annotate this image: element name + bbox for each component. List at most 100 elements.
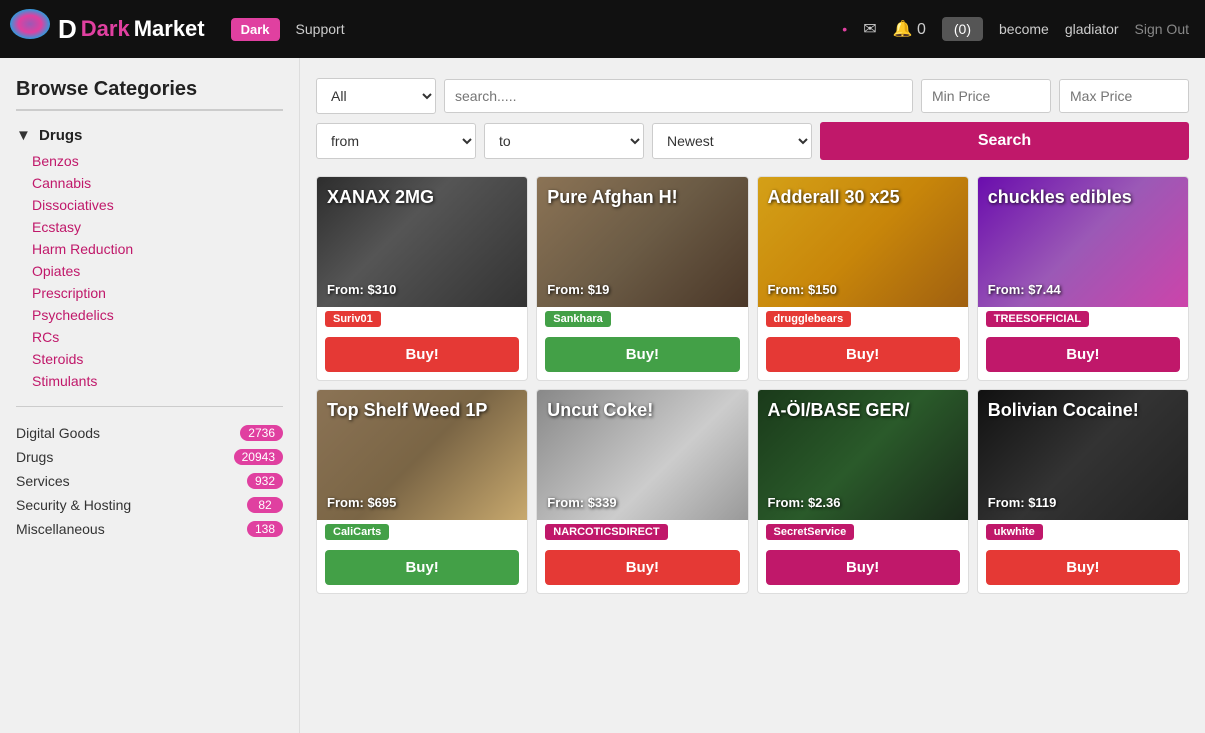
username-label: gladiator [1065,21,1119,37]
product-card-3: chuckles ediblesFrom: $7.44TREESOFFICIAL… [977,176,1189,381]
product-price-5: From: $339 [547,495,737,510]
sidebar-cat-badge: 82 [247,497,283,513]
sidebar-cat-badge: 932 [247,473,283,489]
sidebar-item-stimulants[interactable]: Stimulants [32,370,283,392]
sidebar-cat-badge: 20943 [234,449,283,465]
product-price-7: From: $119 [988,495,1178,510]
product-grid: XANAX 2MGFrom: $310Suriv01Buy!Pure Afgha… [316,176,1189,594]
buy-button-2[interactable]: Buy! [766,337,960,372]
support-link[interactable]: Support [296,21,345,37]
buy-button-6[interactable]: Buy! [766,550,960,585]
product-seller-4: CaliCarts [325,524,389,540]
product-seller-1: Sankhara [545,311,611,327]
sidebar-cat-security-&-hosting[interactable]: Security & Hosting 82 [16,493,283,517]
logo-market-text: Market [134,16,205,42]
search-bar-row1: All [316,78,1189,114]
product-seller-5: NARCOTICSDIRECT [545,524,667,540]
sidebar-cat-miscellaneous[interactable]: Miscellaneous 138 [16,517,283,541]
search-bar-row2: from to Newest Search [316,122,1189,160]
sidebar-title: Browse Categories [16,78,283,111]
sidebar-cat-label: Drugs [16,449,53,465]
sidebar-categories: Digital Goods2736Drugs20943Services932Se… [16,421,283,541]
product-price-4: From: $695 [327,495,517,510]
buy-button-7[interactable]: Buy! [986,550,1180,585]
product-title-2: Adderall 30 x25 [768,187,958,209]
product-price-1: From: $19 [547,282,737,297]
main-content: All from to Newest Search XANAX 2MG From:… [300,58,1205,733]
buy-button-5[interactable]: Buy! [545,550,739,585]
sidebar-cat-label: Digital Goods [16,425,100,441]
product-title-6: A-ÖI/BASE GER/ [768,400,958,422]
top-navigation: DDarkMarket Dark Support • ✉ 🔔 0 (0) bec… [0,0,1205,58]
min-price-input[interactable] [921,79,1051,113]
cart-button[interactable]: (0) [942,17,983,41]
sidebar-item-rcs[interactable]: RCs [32,326,283,348]
sidebar-cat-label: Services [16,473,70,489]
sidebar-item-benzos[interactable]: Benzos [32,150,283,172]
sort-select[interactable]: Newest [652,123,812,159]
sidebar-cat-badge: 2736 [240,425,283,441]
sidebar-cat-badge: 138 [247,521,283,537]
search-button[interactable]: Search [820,122,1189,160]
product-image-5: Uncut Coke! From: $339 [537,390,747,520]
product-price-0: From: $310 [327,282,517,297]
category-select[interactable]: All [316,78,436,114]
signout-link[interactable]: Sign Out [1135,21,1189,37]
sidebar-item-opiates[interactable]: Opiates [32,260,283,282]
sidebar-cat-services[interactable]: Services 932 [16,469,283,493]
product-image-4: Top Shelf Weed 1P From: $695 [317,390,527,520]
sidebar-cat-label: Miscellaneous [16,521,105,537]
sidebar-cat-label: Security & Hosting [16,497,131,513]
product-seller-0: Suriv01 [325,311,381,327]
main-layout: Browse Categories ▼ Drugs BenzosCannabis… [0,58,1205,733]
buy-button-4[interactable]: Buy! [325,550,519,585]
drugs-parent[interactable]: ▼ Drugs [16,127,283,144]
to-select[interactable]: to [484,123,644,159]
product-title-4: Top Shelf Weed 1P [327,400,517,422]
product-card-0: XANAX 2MG From: $310 Suriv01 Buy! [316,176,528,381]
bell-icon[interactable]: 🔔 0 [893,19,926,39]
site-logo[interactable]: DDarkMarket [16,14,205,45]
product-card-4: Top Shelf Weed 1P From: $695 CaliCarts Buy! [316,389,528,594]
product-seller-7: ukwhite [986,524,1043,540]
product-seller-6: SecretService [766,524,855,540]
max-price-input[interactable] [1059,79,1189,113]
drugs-category: ▼ Drugs BenzosCannabisDissociativesEcsta… [16,127,283,392]
sidebar-item-prescription[interactable]: Prescription [32,282,283,304]
dark-badge[interactable]: Dark [231,18,280,41]
product-title-0: XANAX 2MG [327,187,517,209]
from-select[interactable]: from [316,123,476,159]
arrow-icon: ▼ [16,127,31,144]
buy-button-1[interactable]: Buy! [545,337,739,372]
product-price-3: From: $7.44 [988,282,1178,297]
become-link[interactable]: become [999,21,1049,37]
buy-button-0[interactable]: Buy! [325,337,519,372]
product-title-5: Uncut Coke! [547,400,737,422]
nav-dot: • [842,21,847,37]
sidebar-divider [16,406,283,407]
search-input[interactable] [444,79,913,113]
product-card-6: A-ÖI/BASE GER/From: $2.36SecretServiceBu… [757,389,969,594]
logo-d: D [58,14,77,45]
sidebar-item-ecstasy[interactable]: Ecstasy [32,216,283,238]
mail-icon[interactable]: ✉ [863,19,876,39]
product-image-0: XANAX 2MG From: $310 [317,177,527,307]
sidebar-item-psychedelics[interactable]: Psychedelics [32,304,283,326]
drugs-children: BenzosCannabisDissociativesEcstasyHarm R… [32,150,283,392]
product-seller-2: drugglebears [766,311,852,327]
product-card-7: Bolivian Cocaine!From: $119 ukwhite Buy! [977,389,1189,594]
product-title-3: chuckles edibles [988,187,1178,209]
buy-button-3[interactable]: Buy! [986,337,1180,372]
product-image-2: Adderall 30 x25 From: $150 [758,177,968,307]
product-card-5: Uncut Coke! From: $339 NARCOTICSDIRECT Buy! [536,389,748,594]
product-card-1: Pure Afghan H!From: $19SankharaBuy! [536,176,748,381]
sidebar-item-steroids[interactable]: Steroids [32,348,283,370]
sidebar-cat-digital-goods[interactable]: Digital Goods 2736 [16,421,283,445]
sidebar-item-cannabis[interactable]: Cannabis [32,172,283,194]
sidebar-item-harm-reduction[interactable]: Harm Reduction [32,238,283,260]
sidebar-item-dissociatives[interactable]: Dissociatives [32,194,283,216]
logo-dark-text: Dark [81,16,130,42]
product-price-2: From: $150 [768,282,958,297]
product-image-7: Bolivian Cocaine!From: $119 [978,390,1188,520]
sidebar-cat-drugs[interactable]: Drugs 20943 [16,445,283,469]
